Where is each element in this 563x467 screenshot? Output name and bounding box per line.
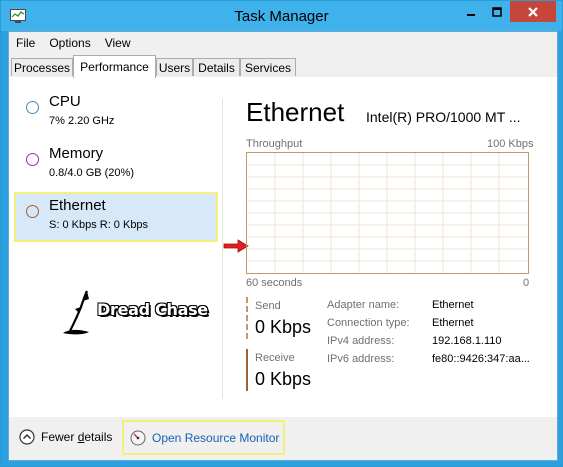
menu-bar: File Options View xyxy=(9,32,557,54)
graph-grid xyxy=(247,153,528,273)
close-icon xyxy=(528,6,538,17)
ipv6-label: IPv6 address: xyxy=(327,353,395,365)
send-label: Send xyxy=(255,300,281,312)
throughput-graph xyxy=(246,152,529,274)
client-area: File Options View Processes Performance … xyxy=(8,31,558,461)
tab-processes[interactable]: Processes xyxy=(11,58,73,76)
adapter-name-value: Ethernet xyxy=(432,299,474,311)
performance-content: CPU 7% 2.20 GHz Memory 0.8/4.0 GB (20%) … xyxy=(9,77,557,417)
open-resource-monitor-highlight: Open Resource Monitor xyxy=(122,420,285,455)
send-value: 0 Kbps xyxy=(255,317,312,337)
fewer-details-label: Fewer details xyxy=(41,430,113,444)
footer-bar: Fewer details Open Resource Monitor xyxy=(9,417,557,460)
sidebar-item-memory-label: Memory xyxy=(49,145,104,162)
detail-title: Ethernet xyxy=(246,97,345,127)
sidebar-item-memory-sub: 0.8/4.0 GB (20%) xyxy=(49,167,134,179)
sidebar-item-memory[interactable]: Memory 0.8/4.0 GB (20%) xyxy=(14,143,218,191)
chevron-up-circle-icon xyxy=(19,429,35,445)
sidebar-item-ethernet[interactable]: Ethernet S: 0 Kbps R: 0 Kbps xyxy=(14,192,218,242)
resource-monitor-icon xyxy=(130,430,146,445)
tab-details[interactable]: Details xyxy=(193,58,240,76)
dread-chase-watermark: Dread Chase xyxy=(59,287,219,337)
adapter-name-label: Adapter name: xyxy=(327,299,400,311)
watermark-text: Dread Chase xyxy=(97,300,208,319)
title-bar[interactable]: Task Manager xyxy=(1,1,562,31)
fewer-details-button[interactable]: Fewer details xyxy=(19,429,112,445)
ethernet-circle-icon xyxy=(26,205,39,218)
menu-file[interactable]: File xyxy=(9,36,42,50)
connection-type-value: Ethernet xyxy=(432,317,474,329)
receive-indicator xyxy=(246,349,248,391)
receive-value: 0 Kbps xyxy=(255,369,312,389)
maximize-button[interactable] xyxy=(484,1,510,22)
send-indicator xyxy=(246,297,251,339)
ipv6-value: fe80::9426:347:aa... xyxy=(432,353,530,365)
adapter-title: Intel(R) PRO/1000 MT ... xyxy=(366,109,521,125)
maximize-icon xyxy=(492,6,502,17)
tab-performance[interactable]: Performance xyxy=(73,55,156,78)
ipv4-label: IPv4 address: xyxy=(327,335,395,347)
sidebar-item-cpu-label: CPU xyxy=(49,93,81,110)
connection-type-label: Connection type: xyxy=(327,317,410,329)
cpu-circle-icon xyxy=(26,101,39,114)
close-button[interactable] xyxy=(510,1,556,22)
receive-label: Receive xyxy=(255,352,295,364)
tab-strip: Processes Performance Users Details Serv… xyxy=(9,54,557,78)
tab-users[interactable]: Users xyxy=(156,58,193,76)
minimize-icon xyxy=(467,13,475,16)
graph-time-label: 60 seconds xyxy=(246,277,303,289)
throughput-label: Throughput xyxy=(246,138,303,150)
memory-circle-icon xyxy=(26,153,39,166)
menu-options[interactable]: Options xyxy=(42,36,97,50)
menu-view[interactable]: View xyxy=(98,36,138,50)
tab-services[interactable]: Services xyxy=(240,58,296,76)
graph-min-label: 0 xyxy=(523,277,530,289)
sidebar-item-ethernet-label: Ethernet xyxy=(49,197,106,214)
ipv4-value: 192.168.1.110 xyxy=(432,335,502,347)
minimize-button[interactable] xyxy=(458,1,484,22)
open-resource-monitor-link[interactable]: Open Resource Monitor xyxy=(152,431,279,445)
sidebar-item-cpu-sub: 7% 2.20 GHz xyxy=(49,115,115,127)
panel-separator xyxy=(222,99,223,399)
sidebar-item-ethernet-sub: S: 0 Kbps R: 0 Kbps xyxy=(49,219,149,231)
graph-max-label: 100 Kbps xyxy=(487,138,534,150)
task-manager-window: Task Manager File Options View Processes… xyxy=(0,0,563,467)
sidebar-item-cpu[interactable]: CPU 7% 2.20 GHz xyxy=(14,91,218,139)
